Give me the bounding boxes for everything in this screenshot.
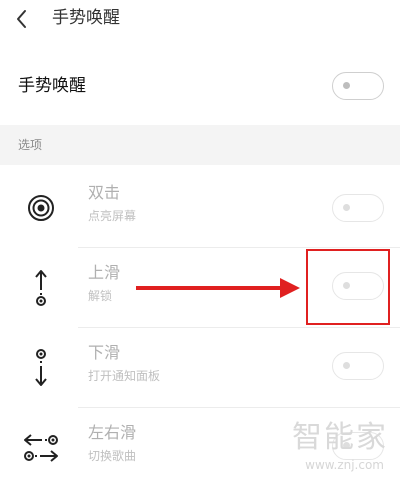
options-section-header: 选项 bbox=[0, 125, 400, 165]
back-button[interactable] bbox=[10, 6, 36, 32]
swipe-up-icon bbox=[22, 266, 60, 310]
chevron-left-icon bbox=[17, 10, 26, 28]
swipe-down-icon bbox=[22, 346, 60, 390]
swipe-left-right-icon bbox=[22, 426, 60, 470]
toggle-knob bbox=[343, 82, 350, 89]
option-title: 左右滑 bbox=[88, 423, 137, 442]
watermark-brand: 智能家 bbox=[292, 420, 388, 455]
option-subtitle: 点亮屏幕 bbox=[88, 209, 137, 223]
toggle-knob bbox=[343, 204, 350, 211]
option-title: 双击 bbox=[88, 183, 121, 202]
option-title: 下滑 bbox=[88, 343, 121, 362]
master-gesture-wake-label: 手势唤醒 bbox=[18, 76, 86, 96]
double-tap-icon bbox=[22, 186, 60, 230]
option-toggle-swipe-down[interactable] bbox=[332, 352, 384, 380]
option-subtitle: 切换歌曲 bbox=[88, 449, 137, 463]
options-section-label: 选项 bbox=[18, 138, 43, 152]
annotation-highlight-box bbox=[306, 249, 390, 325]
master-gesture-wake-row[interactable]: 手势唤醒 bbox=[0, 58, 400, 114]
watermark: 智能家 www.znj.com bbox=[274, 420, 390, 476]
option-title: 上滑 bbox=[88, 263, 121, 282]
master-gesture-wake-toggle[interactable] bbox=[332, 72, 384, 100]
toggle-knob bbox=[343, 362, 350, 369]
option-subtitle: 打开通知面板 bbox=[88, 369, 161, 383]
watermark-url: www.znj.com bbox=[305, 458, 384, 472]
page-title: 手势唤醒 bbox=[52, 8, 120, 28]
option-row-swipe-down[interactable]: 下滑 打开通知面板 bbox=[0, 328, 400, 408]
option-toggle-double-tap[interactable] bbox=[332, 194, 384, 222]
option-subtitle: 解锁 bbox=[88, 289, 113, 303]
option-row-double-tap[interactable]: 双击 点亮屏幕 bbox=[0, 168, 400, 248]
top-bar: 手势唤醒 bbox=[0, 0, 400, 42]
